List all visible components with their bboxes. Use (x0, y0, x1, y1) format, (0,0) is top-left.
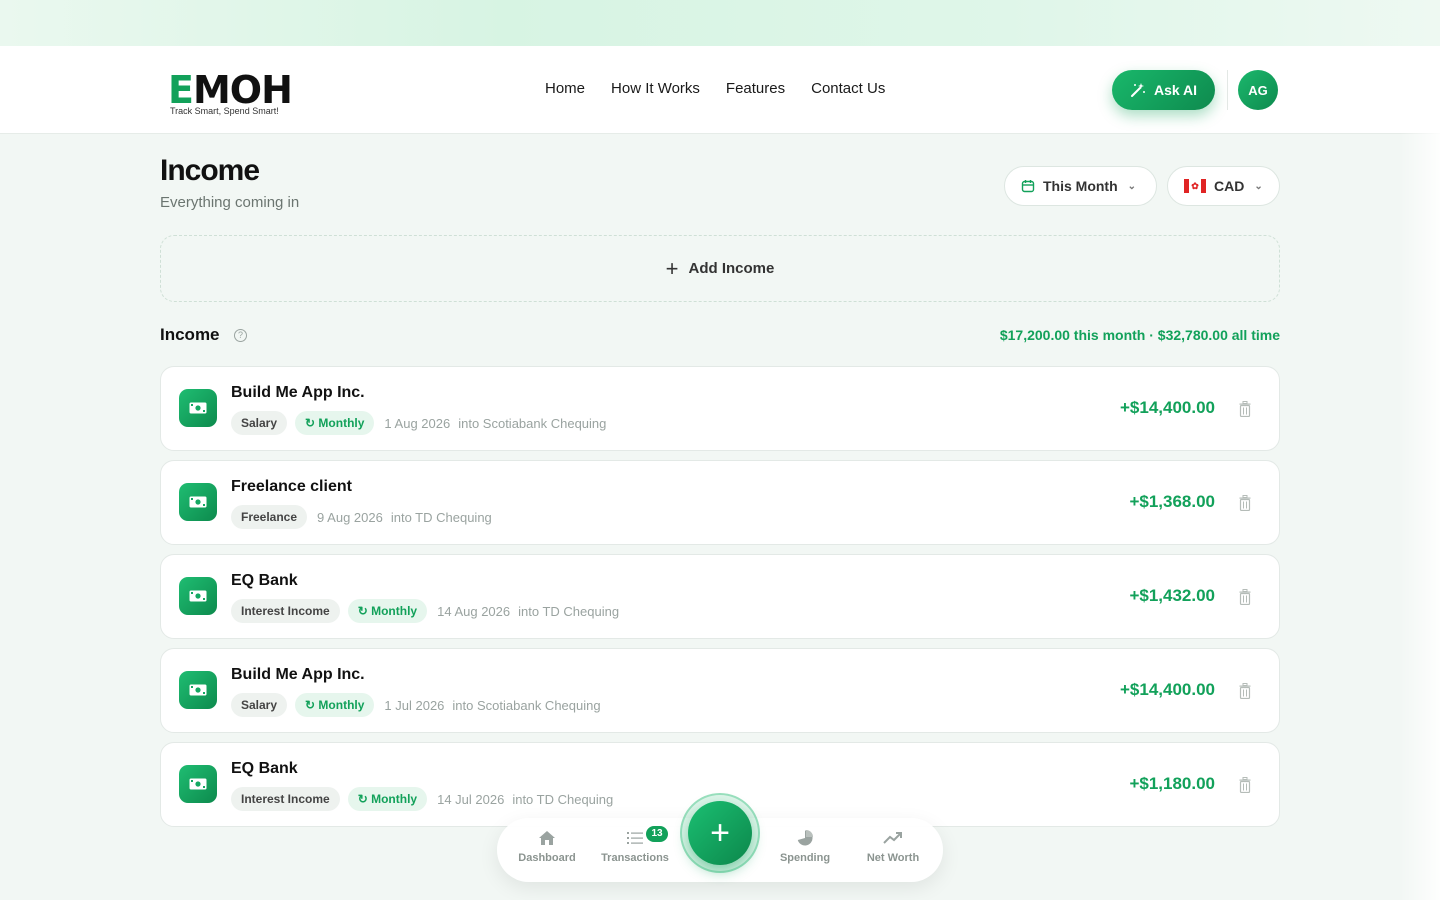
income-meta: Freelance 9 Aug 2026 into TD Chequing (231, 505, 492, 529)
bottom-nav-spending[interactable]: Spending (760, 830, 850, 864)
bottom-nav-dashboard[interactable]: Dashboard (502, 830, 592, 864)
pie-chart-icon (760, 830, 850, 850)
currency-label: CAD (1214, 178, 1245, 194)
bottom-nav-label: Spending (779, 852, 831, 864)
period-select[interactable]: This Month ⌄ (1004, 166, 1157, 206)
add-transaction-fab[interactable]: + (688, 801, 752, 865)
repeat-icon: ↻ (305, 698, 319, 712)
calendar-icon (1021, 180, 1035, 193)
nav-contact-us[interactable]: Contact Us (811, 80, 885, 97)
income-name: EQ Bank (231, 760, 298, 777)
top-banner (0, 0, 1440, 46)
trash-icon[interactable] (1239, 777, 1251, 793)
income-amount: +$1,432.00 (1129, 586, 1215, 605)
bottom-nav-label: Dashboard (518, 852, 576, 864)
income-date: 1 Jul 2026 (384, 697, 445, 713)
recurrence-tag: ↻ Monthly (295, 693, 375, 717)
list-item[interactable]: EQ Bank Interest Income ↻ Monthly 14 Aug… (160, 554, 1280, 639)
income-account: into TD Chequing (512, 791, 614, 807)
period-label: This Month (1043, 178, 1118, 194)
nav-how-it-works[interactable]: How It Works (611, 80, 700, 97)
income-meta: Interest Income ↻ Monthly 14 Jul 2026 in… (231, 787, 613, 811)
cash-icon (179, 671, 217, 709)
ask-ai-button[interactable]: Ask AI (1112, 70, 1215, 110)
income-amount: +$1,368.00 (1129, 492, 1215, 511)
income-name: Build Me App Inc. (231, 666, 365, 683)
canada-flag-icon: ✿ (1184, 179, 1206, 193)
nav-divider (1227, 70, 1228, 110)
income-date: 9 Aug 2026 (317, 509, 383, 525)
income-date: 14 Jul 2026 (437, 791, 505, 807)
ask-ai-label: Ask AI (1153, 82, 1198, 98)
recurrence-label: Monthly (371, 792, 418, 806)
page-subtitle: Everything coming in (160, 194, 300, 211)
category-tag: Freelance (231, 505, 308, 529)
trash-icon[interactable] (1239, 495, 1251, 511)
income-amount: +$14,400.00 (1119, 680, 1215, 699)
income-date: 1 Aug 2026 (384, 415, 451, 431)
plus-icon: + (665, 255, 679, 281)
trash-icon[interactable] (1239, 683, 1251, 699)
nav-links: Home How It Works Features Contact Us (545, 80, 885, 97)
income-name: Freelance client (231, 478, 352, 495)
bottom-nav-net-worth[interactable]: Net Worth (848, 830, 938, 864)
income-amount: +$1,180.00 (1129, 774, 1215, 793)
category-tag: Interest Income (231, 787, 340, 811)
category-tag: Interest Income (231, 599, 340, 623)
recurrence-tag: ↻ Monthly (347, 787, 428, 811)
currency-select[interactable]: ✿ CAD ⌄ (1167, 166, 1280, 206)
nav-features[interactable]: Features (726, 80, 785, 97)
bottom-nav-label: Net Worth (866, 852, 920, 864)
recurrence-label: Monthly (318, 698, 365, 712)
income-name: Build Me App Inc. (231, 384, 365, 401)
income-meta: Salary ↻ Monthly 1 Jul 2026 into Scotiab… (231, 693, 601, 717)
cash-icon (179, 389, 217, 427)
trash-icon[interactable] (1239, 589, 1251, 605)
transactions-count-badge: 13 (646, 826, 668, 842)
page-title: Income (160, 154, 260, 187)
right-edge-shade (1400, 46, 1440, 900)
income-date: 14 Aug 2026 (437, 603, 511, 619)
recurrence-tag: ↻ Monthly (295, 411, 375, 435)
cash-icon (179, 765, 217, 803)
recurrence-label: Monthly (371, 604, 418, 618)
chevron-down-icon: ⌄ (1127, 180, 1137, 192)
trash-icon[interactable] (1239, 401, 1251, 417)
add-income-button[interactable]: + Add Income (160, 235, 1280, 302)
repeat-icon: ↻ (357, 792, 372, 806)
logo-tagline: Track Smart, Spend Smart! (170, 106, 279, 116)
help-icon[interactable]: ? (234, 329, 247, 342)
income-name: EQ Bank (231, 572, 298, 589)
category-tag: Salary (231, 693, 288, 717)
income-amount: +$14,400.00 (1119, 398, 1215, 417)
income-account: into TD Chequing (390, 509, 492, 525)
cash-icon (179, 483, 217, 521)
list-item[interactable]: Build Me App Inc. Salary ↻ Monthly 1 Aug… (160, 366, 1280, 451)
add-income-label: Add Income (688, 260, 775, 277)
logo[interactable]: EMOH Track Smart, Spend Smart! (168, 68, 293, 118)
trending-up-icon (848, 830, 938, 850)
income-meta: Salary ↻ Monthly 1 Aug 2026 into Scotiab… (231, 411, 606, 435)
income-account: into Scotiabank Chequing (458, 415, 607, 431)
nav-home[interactable]: Home (545, 80, 585, 97)
cash-icon (179, 577, 217, 615)
section-title: Income (160, 325, 220, 344)
navbar: EMOH Track Smart, Spend Smart! Home How … (0, 46, 1440, 134)
recurrence-tag: ↻ Monthly (347, 599, 428, 623)
chevron-down-icon: ⌄ (1254, 180, 1263, 192)
magic-wand-icon (1130, 83, 1145, 97)
list-item[interactable]: Build Me App Inc. Salary ↻ Monthly 1 Jul… (160, 648, 1280, 733)
home-icon (502, 830, 592, 850)
list-item[interactable]: Freelance client Freelance 9 Aug 2026 in… (160, 460, 1280, 545)
repeat-icon: ↻ (357, 604, 372, 618)
avatar[interactable]: AG (1238, 70, 1278, 110)
recurrence-label: Monthly (318, 416, 365, 430)
income-account: into TD Chequing (518, 603, 620, 619)
income-meta: Interest Income ↻ Monthly 14 Aug 2026 in… (231, 599, 619, 623)
repeat-icon: ↻ (305, 416, 319, 430)
category-tag: Salary (231, 411, 288, 435)
bottom-nav-label: Transactions (601, 852, 669, 864)
income-account: into Scotiabank Chequing (452, 697, 601, 713)
income-summary: $17,200.00 this month · $32,780.00 all t… (999, 327, 1280, 343)
